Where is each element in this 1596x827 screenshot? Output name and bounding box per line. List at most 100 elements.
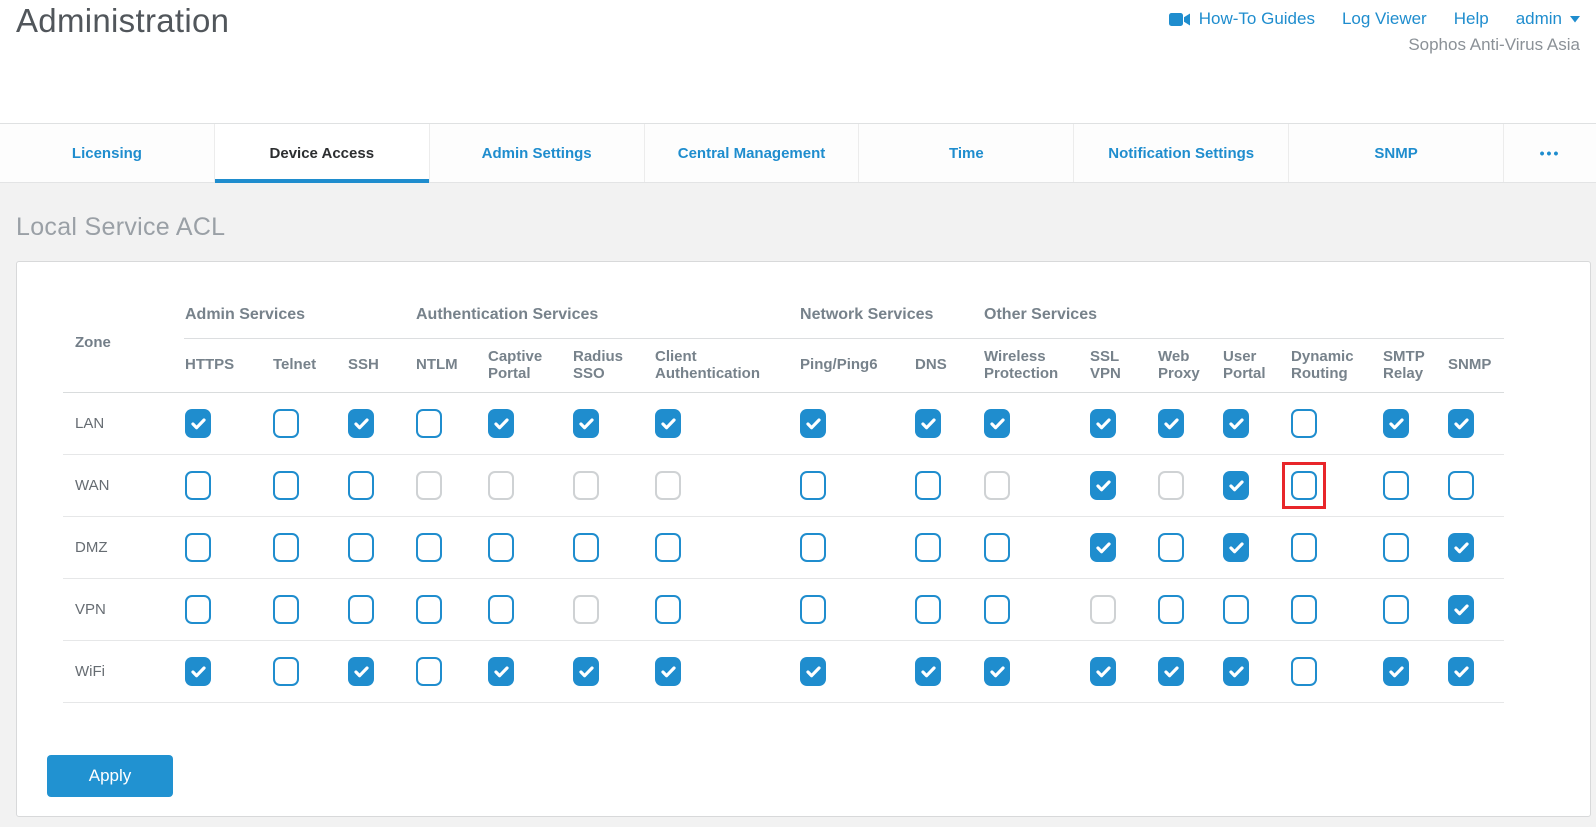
checkbox-wifi-ping-ping6[interactable] — [800, 657, 826, 686]
checkbox-dmz-web-proxy[interactable] — [1158, 533, 1184, 562]
zone-column-header: Zone — [63, 294, 184, 392]
tab-snmp[interactable]: SNMP — [1289, 124, 1504, 182]
tab-time[interactable]: Time — [859, 124, 1074, 182]
tab-licensing-label: Licensing — [72, 145, 142, 162]
checkbox-dmz-dns[interactable] — [915, 533, 941, 562]
checkbox-wifi-dns[interactable] — [915, 657, 941, 686]
tab-admin-settings[interactable]: Admin Settings — [430, 124, 645, 182]
checkbox-vpn-ntlm[interactable] — [416, 595, 442, 624]
checkbox-lan-ntlm[interactable] — [416, 409, 442, 438]
checkbox-dmz-ping-ping6[interactable] — [800, 533, 826, 562]
checkbox-lan-dynamic-routing[interactable] — [1291, 409, 1317, 438]
checkbox-lan-ping-ping6[interactable] — [800, 409, 826, 438]
checkbox-wifi-ssh[interactable] — [348, 657, 374, 686]
checkbox-lan-wireless-protection[interactable] — [984, 409, 1010, 438]
checkbox-dmz-snmp[interactable] — [1448, 533, 1474, 562]
checkbox-vpn-telnet[interactable] — [273, 595, 299, 624]
checkbox-wifi-dynamic-routing[interactable] — [1291, 657, 1317, 686]
checkbox-wan-ping-ping6[interactable] — [800, 471, 826, 500]
tab-notification-settings[interactable]: Notification Settings — [1074, 124, 1289, 182]
checkbox-dmz-radius-sso[interactable] — [573, 533, 599, 562]
checkbox-vpn-dynamic-routing[interactable] — [1291, 595, 1317, 624]
checkbox-lan-user-portal[interactable] — [1223, 409, 1249, 438]
checkbox-wan-ssl-vpn[interactable] — [1090, 471, 1116, 500]
log-viewer-label: Log Viewer — [1342, 9, 1427, 29]
checkbox-vpn-web-proxy[interactable] — [1158, 595, 1184, 624]
checkbox-vpn-captive-portal[interactable] — [488, 595, 514, 624]
checkbox-vpn-ping-ping6[interactable] — [800, 595, 826, 624]
checkbox-lan-radius-sso[interactable] — [573, 409, 599, 438]
checkbox-dmz-ntlm[interactable] — [416, 533, 442, 562]
tab-admin-settings-label: Admin Settings — [482, 145, 592, 162]
column-header-radius-sso: Radius SSO — [572, 338, 654, 392]
acl-row-wan: WAN — [63, 454, 1504, 516]
more-tabs-button[interactable]: ••• — [1504, 124, 1596, 182]
checkbox-dmz-ssl-vpn[interactable] — [1090, 533, 1116, 562]
checkbox-wifi-smtp-relay[interactable] — [1383, 657, 1409, 686]
checkbox-wifi-telnet[interactable] — [273, 657, 299, 686]
checkbox-lan-ssl-vpn[interactable] — [1090, 409, 1116, 438]
tab-central-management[interactable]: Central Management — [645, 124, 860, 182]
apply-button[interactable]: Apply — [47, 755, 173, 797]
checkbox-lan-ssh[interactable] — [348, 409, 374, 438]
checkbox-dmz-client-authentication[interactable] — [655, 533, 681, 562]
checkbox-dmz-https[interactable] — [185, 533, 211, 562]
checkbox-wan-ssh[interactable] — [348, 471, 374, 500]
checkbox-lan-telnet[interactable] — [273, 409, 299, 438]
video-camera-icon — [1169, 12, 1191, 27]
checkbox-dmz-smtp-relay[interactable] — [1383, 533, 1409, 562]
checkbox-vpn-client-authentication[interactable] — [655, 595, 681, 624]
column-header-ssh: SSH — [347, 338, 415, 392]
checkbox-dmz-captive-portal[interactable] — [488, 533, 514, 562]
checkbox-wifi-captive-portal[interactable] — [488, 657, 514, 686]
checkbox-lan-https[interactable] — [185, 409, 211, 438]
checkbox-wan-https[interactable] — [185, 471, 211, 500]
log-viewer-link[interactable]: Log Viewer — [1342, 9, 1427, 29]
checkbox-lan-snmp[interactable] — [1448, 409, 1474, 438]
zone-label-wifi: WiFi — [63, 640, 184, 702]
checkbox-vpn-https[interactable] — [185, 595, 211, 624]
checkbox-lan-web-proxy[interactable] — [1158, 409, 1184, 438]
checkbox-vpn-dns[interactable] — [915, 595, 941, 624]
checkbox-vpn-user-portal[interactable] — [1223, 595, 1249, 624]
checkbox-wan-snmp[interactable] — [1448, 471, 1474, 500]
checkbox-wifi-user-portal[interactable] — [1223, 657, 1249, 686]
checkbox-wifi-client-authentication[interactable] — [655, 657, 681, 686]
checkbox-wan-dns[interactable] — [915, 471, 941, 500]
checkbox-wan-web-proxy — [1158, 471, 1184, 500]
page-title: Administration — [16, 2, 229, 40]
checkbox-lan-smtp-relay[interactable] — [1383, 409, 1409, 438]
tab-device-access[interactable]: Device Access — [215, 124, 430, 182]
local-service-acl-card: ZoneAdmin ServicesAuthentication Service… — [16, 261, 1591, 817]
admin-menu-button[interactable]: admin — [1516, 9, 1580, 29]
checkbox-dmz-user-portal[interactable] — [1223, 533, 1249, 562]
checkbox-wifi-snmp[interactable] — [1448, 657, 1474, 686]
checkbox-wan-smtp-relay[interactable] — [1383, 471, 1409, 500]
checkbox-lan-captive-portal[interactable] — [488, 409, 514, 438]
checkbox-wifi-radius-sso[interactable] — [573, 657, 599, 686]
checkbox-vpn-smtp-relay[interactable] — [1383, 595, 1409, 624]
checkbox-wan-user-portal[interactable] — [1223, 471, 1249, 500]
checkbox-vpn-wireless-protection[interactable] — [984, 595, 1010, 624]
checkbox-wifi-wireless-protection[interactable] — [984, 657, 1010, 686]
help-link[interactable]: Help — [1454, 9, 1489, 29]
checkbox-wan-telnet[interactable] — [273, 471, 299, 500]
checkbox-wifi-ntlm[interactable] — [416, 657, 442, 686]
section-title: Local Service ACL — [16, 213, 1591, 242]
checkbox-vpn-ssh[interactable] — [348, 595, 374, 624]
checkbox-wan-wireless-protection — [984, 471, 1010, 500]
checkbox-lan-dns[interactable] — [915, 409, 941, 438]
checkbox-wifi-https[interactable] — [185, 657, 211, 686]
how-to-guides-link[interactable]: How-To Guides — [1169, 9, 1315, 29]
checkbox-dmz-wireless-protection[interactable] — [984, 533, 1010, 562]
checkbox-wifi-ssl-vpn[interactable] — [1090, 657, 1116, 686]
checkbox-wan-dynamic-routing[interactable] — [1291, 471, 1317, 500]
checkbox-vpn-snmp[interactable] — [1448, 595, 1474, 624]
acl-row-wifi: WiFi — [63, 640, 1504, 702]
tab-licensing[interactable]: Licensing — [0, 124, 215, 182]
checkbox-dmz-telnet[interactable] — [273, 533, 299, 562]
checkbox-wifi-web-proxy[interactable] — [1158, 657, 1184, 686]
checkbox-dmz-ssh[interactable] — [348, 533, 374, 562]
checkbox-dmz-dynamic-routing[interactable] — [1291, 533, 1317, 562]
checkbox-lan-client-authentication[interactable] — [655, 409, 681, 438]
